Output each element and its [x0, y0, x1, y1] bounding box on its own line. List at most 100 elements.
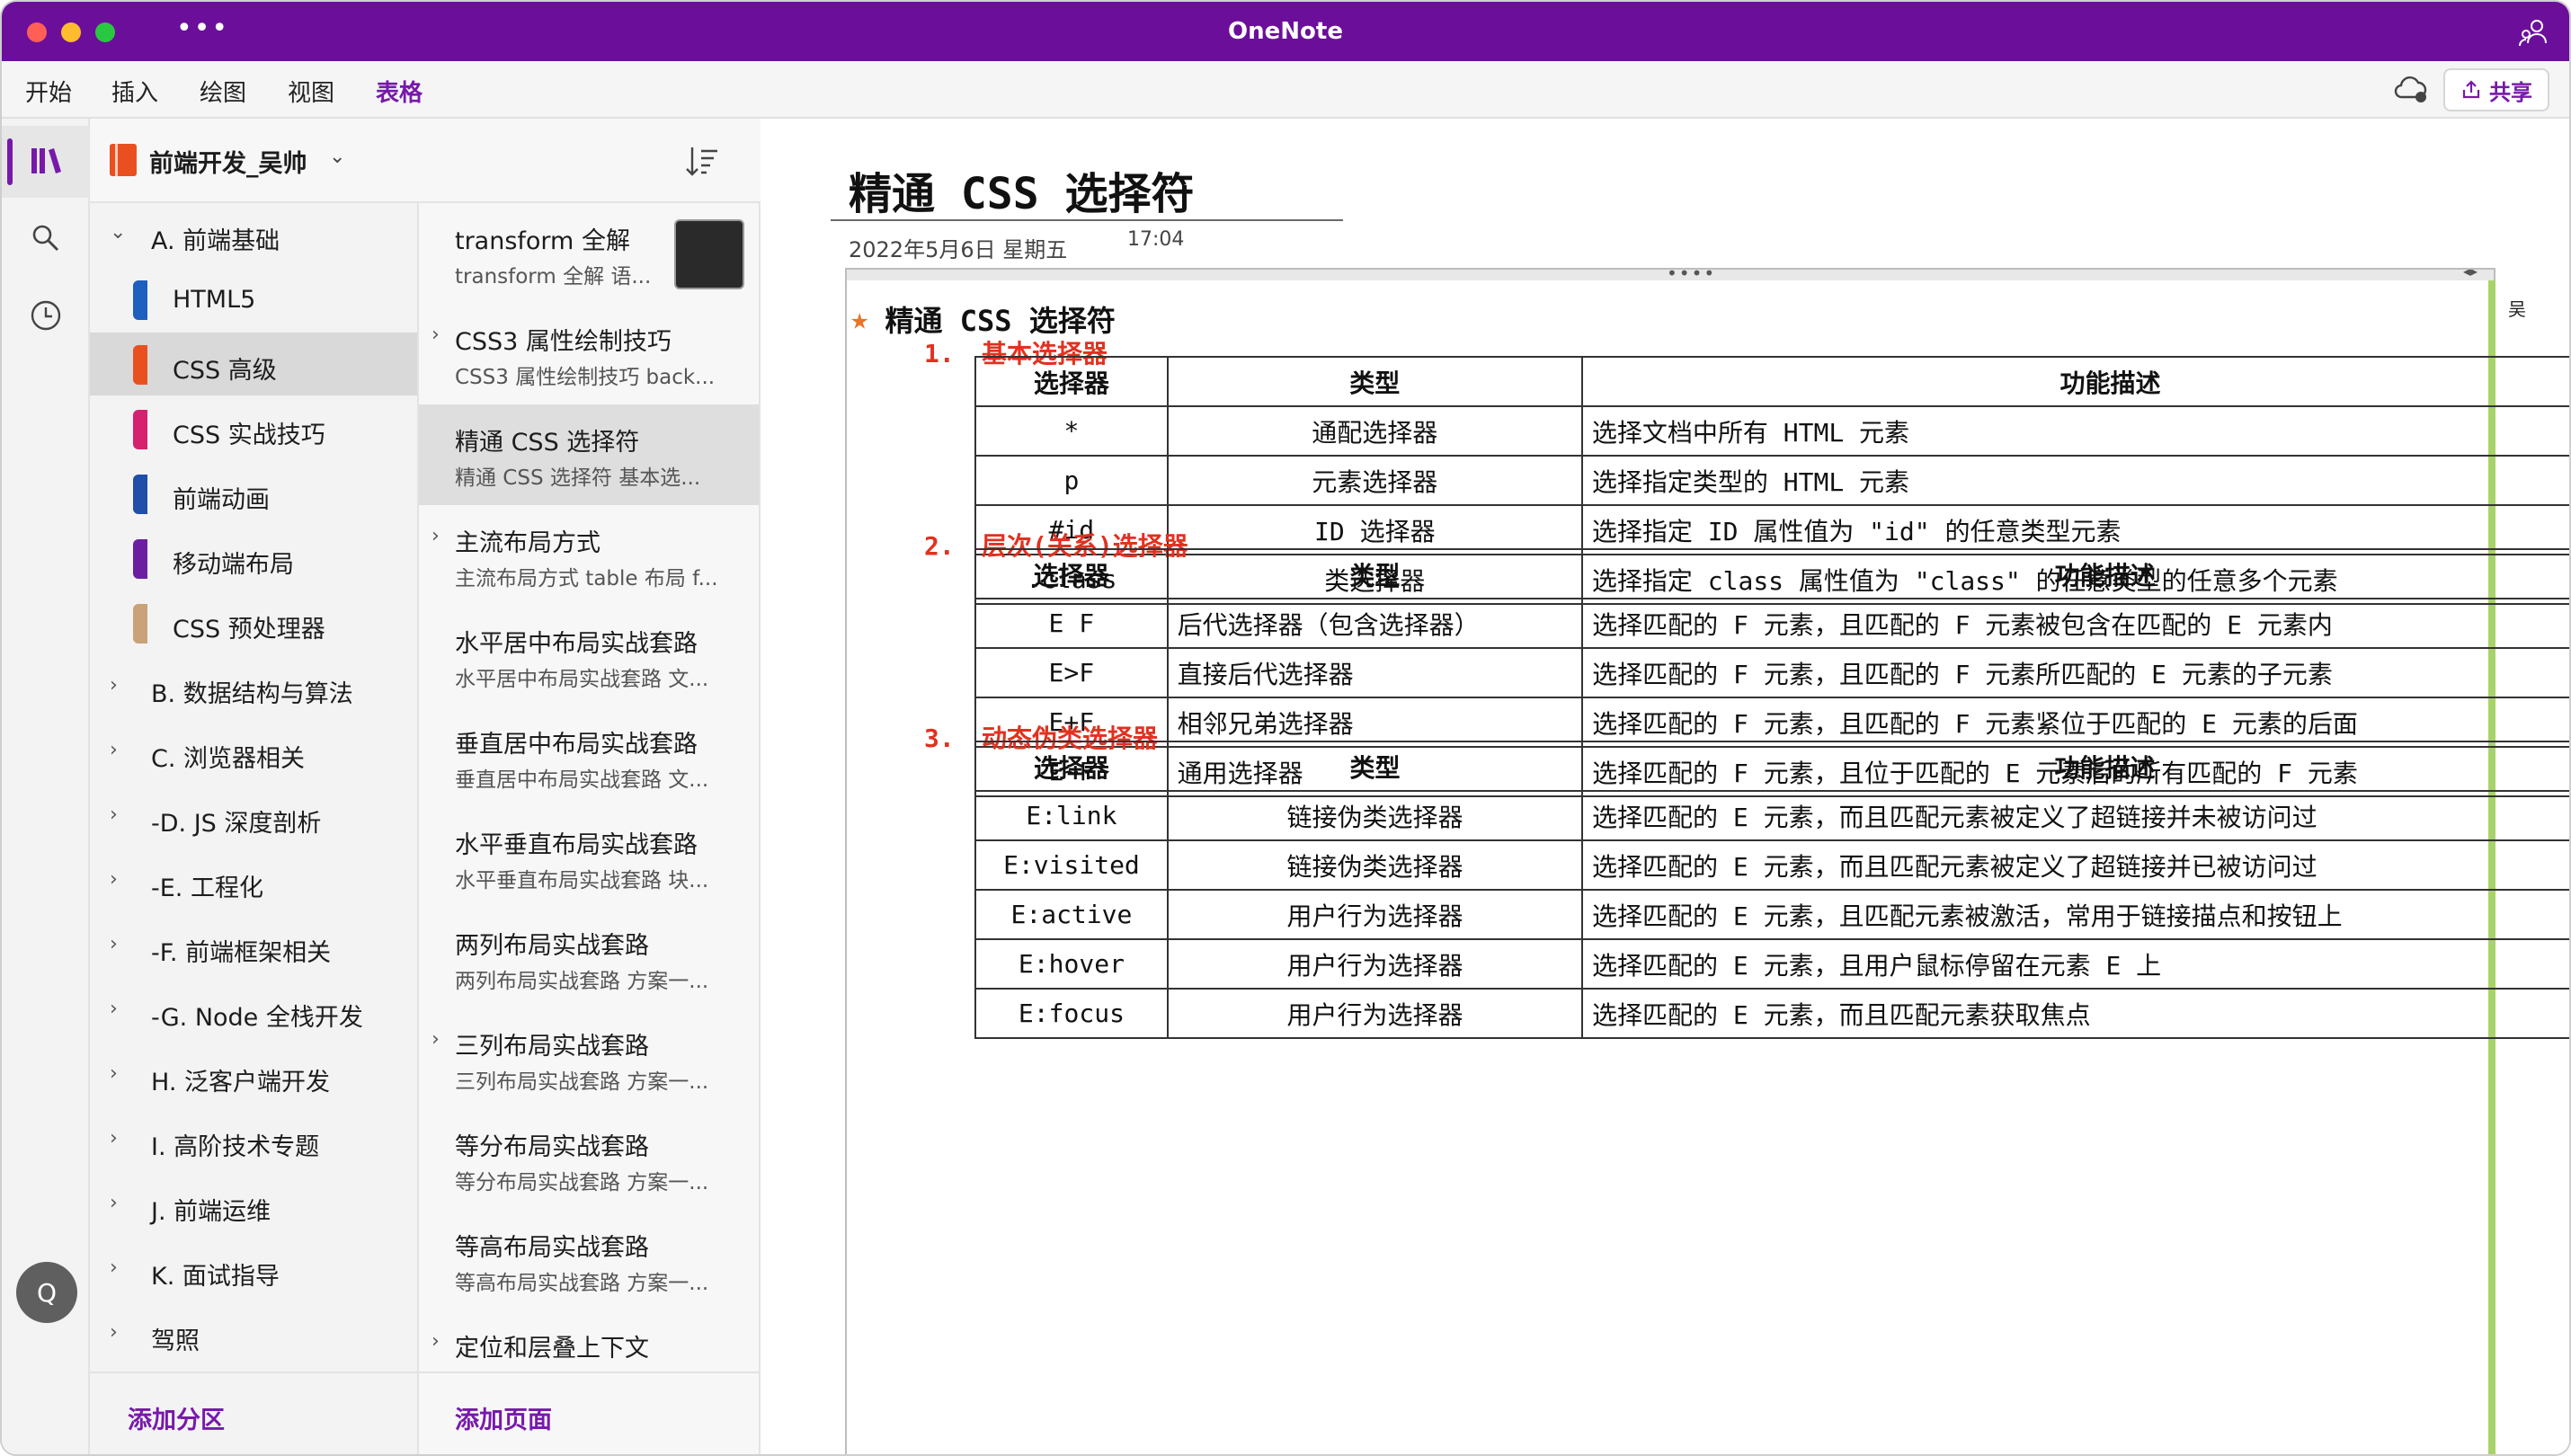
section-item[interactable]: CSS 高级 — [90, 333, 417, 395]
chevron-right-icon[interactable]: › — [110, 933, 118, 955]
type-cell[interactable]: 相邻兄弟选择器 — [1166, 697, 1584, 748]
page-item[interactable]: 水平居中布局实战套路 水平居中布局实战套路 文... — [419, 606, 759, 706]
tab-draw[interactable]: 绘图 — [200, 75, 246, 108]
table-header-cell[interactable]: 功能描述 — [1580, 356, 2569, 407]
section-group-item[interactable]: › K. 面试指导 — [90, 1238, 417, 1301]
table-header-cell[interactable]: 类型 — [1166, 548, 1584, 599]
description-cell[interactable]: 选择匹配的 E 元素，且匹配元素被激活，常用于链接描点和按钮上 — [1581, 889, 2569, 940]
type-cell[interactable]: 通配选择器 — [1166, 405, 1583, 457]
selector-cell[interactable]: * — [974, 405, 1169, 457]
type-cell[interactable]: ID 选择器 — [1166, 504, 1583, 555]
selector-cell[interactable]: E F — [974, 598, 1169, 649]
chevron-right-icon[interactable]: › — [431, 324, 440, 346]
chevron-right-icon[interactable]: › — [431, 1330, 440, 1353]
selector-cell[interactable]: E:focus — [974, 988, 1169, 1039]
add-section-button[interactable]: 添加分区 — [128, 1400, 225, 1435]
section-group-item[interactable]: › B. 数据结构与算法 — [90, 656, 417, 719]
description-cell[interactable]: 选择匹配的 E 元素，而且匹配元素获取焦点 — [1581, 988, 2569, 1039]
add-page-button[interactable]: 添加页面 — [455, 1400, 552, 1435]
page-item[interactable]: 两列布局实战套路 两列布局实战套路 方案一... — [419, 908, 759, 1008]
description-cell[interactable]: 选择匹配的 E 元素，而且匹配元素被定义了超链接并已被访问过 — [1581, 839, 2569, 891]
share-button[interactable]: 共享 — [2443, 68, 2549, 111]
table-header-cell[interactable]: 类型 — [1166, 741, 1584, 792]
page-item[interactable]: 水平垂直布局实战套路 水平垂直布局实战套路 块... — [419, 807, 759, 908]
chevron-right-icon[interactable]: › — [110, 739, 118, 761]
section-group-item[interactable]: › 驾照 — [90, 1303, 417, 1366]
chevron-right-icon[interactable]: › — [110, 1192, 118, 1214]
chevron-right-icon[interactable]: › — [110, 1127, 118, 1150]
page-item[interactable]: › CSS3 属性绘制技巧 CSS3 属性绘制技巧 back... — [419, 304, 759, 404]
chevron-right-icon[interactable]: › — [110, 674, 118, 697]
chevron-right-icon[interactable]: › — [110, 803, 118, 826]
description-cell[interactable]: 选择匹配的 F 元素，且匹配的 F 元素紧位于匹配的 E 元素的后面 — [1581, 697, 2569, 748]
section-item[interactable]: 移动端布局 — [90, 527, 417, 590]
type-cell[interactable]: 链接伪类选择器 — [1166, 790, 1584, 841]
type-cell[interactable]: 用户行为选择器 — [1166, 988, 1584, 1039]
page-item[interactable]: 垂直居中布局实战套路 垂直居中布局实战套路 文... — [419, 706, 759, 807]
type-cell[interactable]: 元素选择器 — [1166, 455, 1583, 506]
selector-cell[interactable]: E:link — [974, 790, 1169, 841]
page-item[interactable]: ›定位和层叠上下文定位和层叠上下文 定位类... — [419, 1310, 759, 1372]
chevron-right-icon[interactable]: › — [110, 998, 118, 1020]
table-header-cell[interactable]: 功能描述 — [1581, 548, 2569, 599]
section-item[interactable]: HTML5 — [90, 268, 417, 331]
selector-cell[interactable]: E>F — [974, 647, 1169, 698]
chevron-right-icon[interactable]: › — [431, 525, 440, 547]
people-icon[interactable] — [2517, 16, 2549, 49]
section-item[interactable]: 前端动画 — [90, 462, 417, 525]
tab-table[interactable]: 表格 — [376, 75, 423, 108]
chevron-right-icon[interactable]: › — [110, 1256, 118, 1279]
selector-cell[interactable]: E:active — [974, 889, 1169, 940]
notebooks-button[interactable] — [20, 135, 72, 187]
selector-cell[interactable]: E:visited — [974, 839, 1169, 891]
section-group-item[interactable]: › C. 浏览器相关 — [90, 721, 417, 784]
description-cell[interactable]: 选择指定 ID 属性值为 "id" 的任意类型元素 — [1580, 504, 2569, 555]
chevron-right-icon[interactable]: › — [110, 1321, 118, 1344]
table-header-cell[interactable]: 功能描述 — [1581, 741, 2569, 792]
sort-pages-icon[interactable] — [683, 142, 723, 182]
table-header-cell[interactable]: 选择器 — [974, 548, 1169, 599]
description-cell[interactable]: 选择匹配的 E 元素，且用户鼠标停留在元素 E 上 — [1581, 938, 2569, 990]
type-cell[interactable]: 用户行为选择器 — [1166, 889, 1584, 940]
notebook-name[interactable]: 前端开发_吴帅 — [149, 144, 307, 179]
search-button[interactable] — [20, 212, 72, 264]
chevron-right-icon[interactable]: › — [110, 1062, 118, 1085]
chevron-right-icon[interactable]: › — [110, 868, 118, 891]
section-group-item[interactable]: › H. 泛客户端开发 — [90, 1044, 417, 1107]
section-group-item[interactable]: ⌄ A. 前端基础 — [90, 203, 417, 266]
page-item[interactable]: 等分布局实战套路 等分布局实战套路 方案一... — [419, 1109, 759, 1210]
description-cell[interactable]: 选择文档中所有 HTML 元素 — [1580, 405, 2569, 457]
type-cell[interactable]: 用户行为选择器 — [1166, 938, 1584, 990]
type-cell[interactable]: 链接伪类选择器 — [1166, 839, 1584, 891]
table-header-cell[interactable]: 选择器 — [974, 356, 1169, 407]
section-item[interactable]: CSS 实战技巧 — [90, 397, 417, 460]
page-item[interactable]: 精通 CSS 选择符 精通 CSS 选择符 基本选... — [419, 404, 759, 505]
tab-insert[interactable]: 插入 — [111, 75, 158, 108]
description-cell[interactable]: 选择匹配的 F 元素，且匹配的 F 元素所匹配的 E 元素的子元素 — [1581, 647, 2569, 698]
description-cell[interactable]: 选择匹配的 F 元素，且匹配的 F 元素被包含在匹配的 E 元素内 — [1581, 598, 2569, 649]
table-header-cell[interactable]: 选择器 — [974, 741, 1169, 792]
selector-cell[interactable]: p — [974, 455, 1169, 506]
section-group-item[interactable]: › -E. 工程化 — [90, 850, 417, 913]
section-group-item[interactable]: › J. 前端运维 — [90, 1174, 417, 1237]
chevron-right-icon[interactable]: › — [431, 1028, 440, 1051]
section-group-item[interactable]: › -G. Node 全栈开发 — [90, 980, 417, 1043]
page-canvas[interactable]: 精通 CSS 选择符 2022年5月6日 星期五 17:04 •••• ◂▸ 吴… — [762, 119, 2569, 1454]
chevron-down-icon[interactable]: ⌄ — [329, 146, 345, 168]
selector-cell[interactable]: E:hover — [974, 938, 1169, 990]
avatar[interactable]: Q — [16, 1262, 77, 1323]
page-title[interactable]: 精通 CSS 选择符 — [849, 158, 1195, 221]
page-item[interactable]: transform 全解 transform 全解 语... — [419, 203, 759, 304]
sync-status-icon[interactable] — [2393, 74, 2429, 104]
chevron-down-icon[interactable]: ⌄ — [110, 221, 126, 244]
page-item[interactable]: › 主流布局方式 主流布局方式 table 布局 f... — [419, 505, 759, 606]
section-group-item[interactable]: › I. 高阶技术专题 — [90, 1109, 417, 1172]
description-cell[interactable]: 选择匹配的 E 元素，而且匹配元素被定义了超链接并未被访问过 — [1581, 790, 2569, 841]
page-item[interactable]: › 三列布局实战套路 三列布局实战套路 方案一... — [419, 1008, 759, 1109]
section-group-item[interactable]: › -F. 前端框架相关 — [90, 915, 417, 978]
tab-home[interactable]: 开始 — [25, 75, 72, 108]
table-header-cell[interactable]: 类型 — [1166, 356, 1583, 407]
recent-notes-button[interactable] — [20, 289, 72, 342]
selector-table-dynamic-pseudo[interactable]: 选择器 类型 功能描述 E:link 链接伪类选择器 选择匹配的 E 元素，而且匹配元素被… — [974, 741, 2569, 1039]
section-item[interactable]: CSS 预处理器 — [90, 591, 417, 654]
